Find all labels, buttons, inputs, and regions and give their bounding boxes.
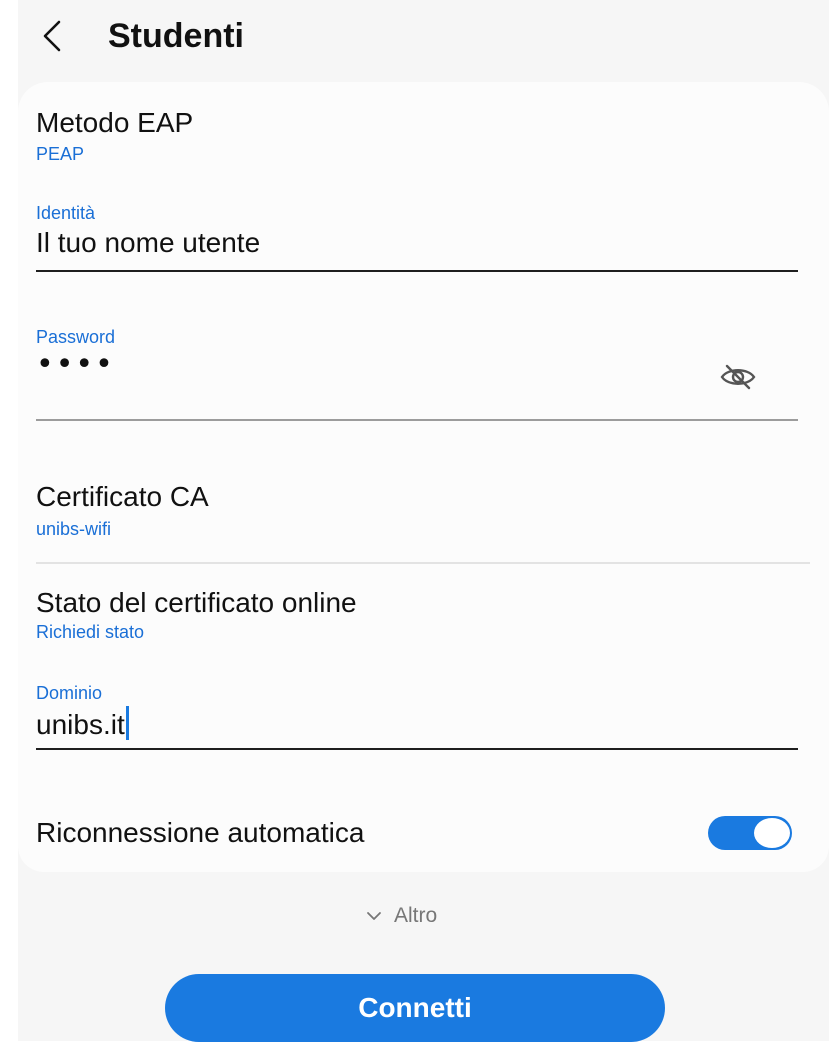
identity-label: Identità — [36, 203, 96, 223]
chevron-down-icon — [367, 912, 381, 920]
domain-underline — [36, 748, 798, 750]
more-options-button[interactable]: Altro — [366, 904, 437, 928]
divider — [36, 562, 810, 564]
app-bar: Studenti — [18, 0, 829, 80]
connect-button[interactable]: Connetti — [165, 974, 665, 1042]
ca-certificate-value: unibs-wifi — [36, 519, 112, 539]
password-input[interactable]: •••• — [36, 348, 115, 382]
eye-off-icon — [720, 364, 756, 390]
password-underline — [36, 419, 798, 421]
password-visibility-toggle[interactable] — [718, 362, 758, 392]
settings-card: Metodo EAP PEAP Identità Il tuo nome ute… — [18, 82, 829, 872]
password-label: Password — [36, 327, 116, 347]
auto-reconnect-label: Riconnessione automatica — [36, 817, 365, 848]
identity-underline — [36, 270, 798, 272]
text-cursor — [125, 706, 129, 740]
online-cert-status-title: Stato del certificato online — [36, 587, 357, 618]
more-options-label: Altro — [394, 904, 438, 927]
toggle-knob — [754, 818, 790, 848]
eap-method-title: Metodo EAP — [36, 107, 194, 138]
eap-method-value: PEAP — [36, 144, 85, 164]
auto-reconnect-toggle[interactable] — [708, 816, 792, 850]
identity-input[interactable]: Il tuo nome utente — [36, 226, 260, 260]
connect-button-label: Connetti — [358, 992, 472, 1023]
ca-certificate-title: Certificato CA — [36, 481, 209, 512]
online-cert-status-value: Richiedi stato — [36, 622, 145, 642]
domain-input[interactable]: unibs.it — [36, 706, 129, 742]
domain-input-text: unibs.it — [36, 709, 125, 740]
page-title: Studenti — [108, 17, 244, 55]
wifi-config-screen: Studenti Metodo EAP PEAP Identità Il tuo… — [18, 0, 829, 1042]
domain-label: Dominio — [36, 683, 103, 703]
chevron-left-icon — [43, 20, 61, 52]
back-button[interactable] — [32, 14, 72, 58]
